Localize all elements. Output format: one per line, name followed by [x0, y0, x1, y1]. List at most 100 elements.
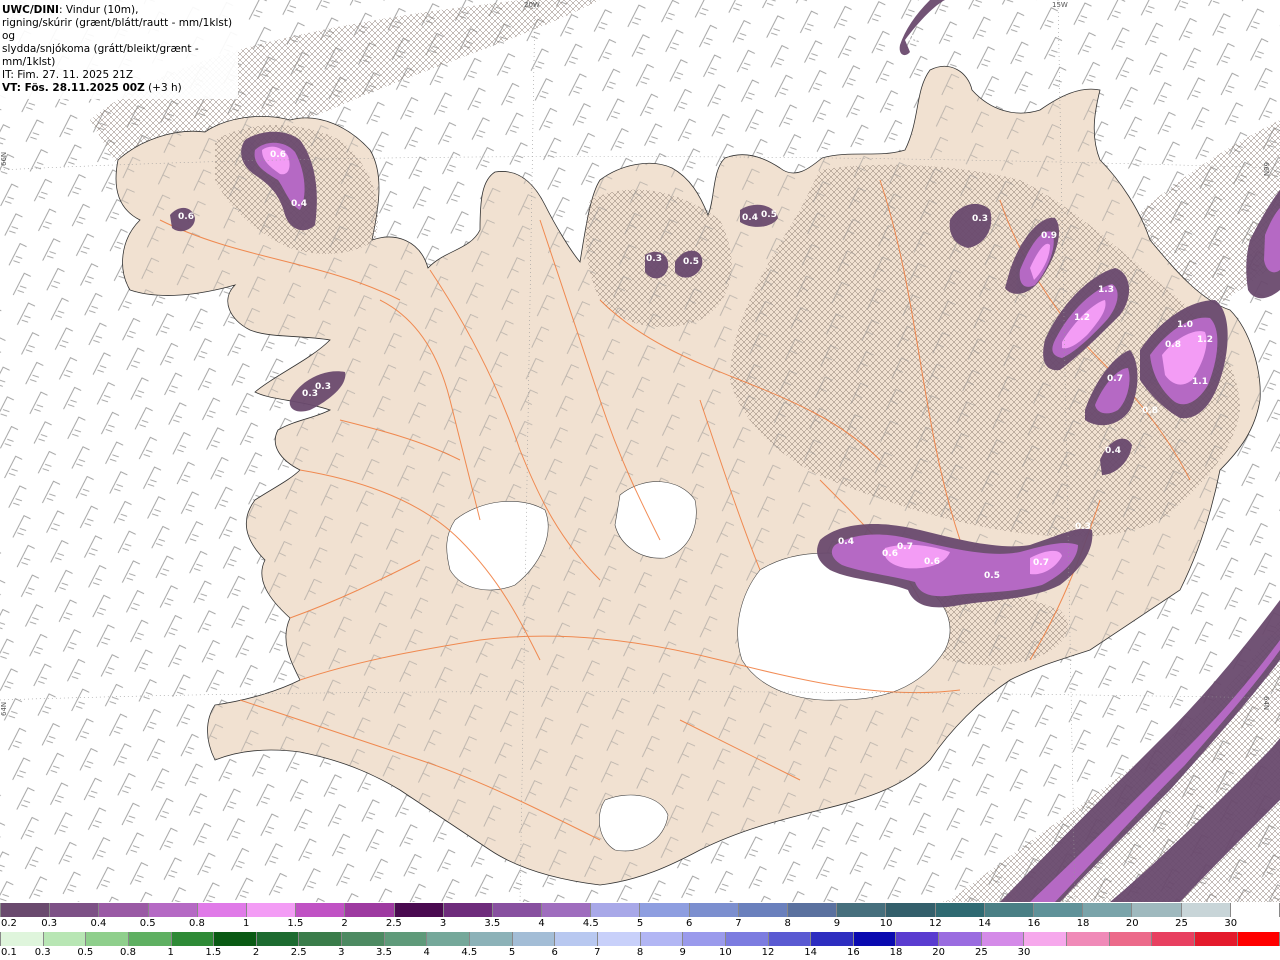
- rain-legend-swatch: [1109, 932, 1153, 946]
- rain-legend-swatch: [640, 932, 684, 946]
- rain-legend-label: 4.5: [461, 947, 478, 958]
- snow-legend-swatch: [148, 903, 198, 917]
- snow-legend-label: 4.5: [582, 918, 599, 929]
- map-label-southeast-0-3: 0.3: [1075, 522, 1091, 532]
- rain-legend-label: 2.5: [290, 947, 307, 958]
- rain-legend-label: 16: [846, 947, 860, 958]
- rain-legend-swatch: [171, 932, 215, 946]
- lat-label-66n-left: 66N: [0, 151, 8, 166]
- map-label-east-0-8-a: 0.8: [1165, 340, 1181, 350]
- map-label-north-0-3: 0.3: [646, 254, 662, 264]
- map-label-east-1-2-b: 1.2: [1197, 335, 1213, 345]
- snow-legend-label: 4: [538, 918, 545, 929]
- snow-legend-label: 2: [341, 918, 348, 929]
- model-name: UWC/DINI: [2, 4, 59, 16]
- map-label-east-0-4: 0.4: [1105, 446, 1121, 456]
- rain-legend-label: 14: [804, 947, 818, 958]
- snow-legend-label: 20: [1125, 918, 1139, 929]
- map-label-east-1-2-a: 1.2: [1074, 313, 1090, 323]
- rain-legend-swatch: [1024, 932, 1068, 946]
- rain-legend-swatch: [853, 932, 897, 946]
- snow-legend-label: 25: [1175, 918, 1188, 929]
- rain-legend-label: 2: [252, 947, 260, 958]
- weather-map[interactable]: 0.4 0.6 0.6 0.4 0.3 0.3 0.3 0.5 0.4 0.5 …: [0, 0, 1280, 902]
- snow-legend-swatch: [345, 903, 395, 917]
- rain-legend-label: 4: [423, 947, 430, 958]
- rain-legend-swatch: [86, 932, 129, 946]
- rain-legend-label: 18: [889, 947, 903, 958]
- rain-legend-swatch: [1194, 932, 1238, 946]
- rain-legend-swatch: [768, 932, 812, 946]
- map-label-westfjords-north-0-6: 0.6: [270, 150, 286, 160]
- rain-legend-swatch: [1067, 932, 1110, 946]
- snow-legend-label: 7: [735, 918, 742, 929]
- map-label-northeast-0-4: 0.4: [742, 213, 758, 223]
- rain-legend-swatch: [683, 932, 726, 946]
- snow-legend-swatch: [50, 903, 100, 917]
- snow-legend-swatch: [1181, 903, 1231, 917]
- rain-legend-label: 5: [508, 947, 516, 958]
- snow-legend-label: 18: [1076, 918, 1090, 929]
- rain-legend-swatch: [896, 932, 940, 946]
- rain-legend-swatch: [0, 932, 44, 946]
- lat-label-64n-right: 64N: [1262, 696, 1270, 711]
- desc-line-1: : Vindur (10m),: [58, 4, 139, 16]
- snow-legend-swatch: [394, 903, 444, 917]
- snow-legend-swatches: [0, 903, 1280, 917]
- snow-legend-swatch: [935, 903, 985, 917]
- snow-legend-swatch: [984, 903, 1034, 917]
- snow-legend-swatch: [886, 903, 936, 917]
- map-label-band-0-6-b: 0.6: [924, 557, 940, 567]
- rain-legend-label: 30: [1017, 947, 1031, 958]
- rain-legend-swatch: [128, 932, 172, 946]
- rain-legend-label: 9: [679, 947, 686, 958]
- desc-line-3: slydda/snjókoma (grátt/bleikt/grænt - mm…: [2, 43, 199, 68]
- snow-legend-swatch: [689, 903, 739, 917]
- map-label-east-0-7-a: 0.7: [1107, 374, 1123, 384]
- snow-legend-label: 1: [242, 918, 250, 929]
- rain-legend-swatch: [384, 932, 428, 946]
- rain-legend-swatch: [1237, 932, 1280, 946]
- snow-legend-label: 0.5: [139, 918, 156, 929]
- map-label-north-sea-0-4: 0.4: [908, 34, 924, 44]
- snow-legend-swatch: [788, 903, 838, 917]
- snow-legend-swatch: [492, 903, 543, 917]
- valid-time: VT: Fös. 28.11.2025 00Z: [2, 82, 145, 94]
- map-label-east-0-9: 0.9: [1041, 231, 1057, 241]
- info-line-1: UWC/DINI: Vindur (10m),: [2, 4, 236, 17]
- snow-legend-swatch: [1230, 903, 1280, 917]
- snow-legend-label: 9: [833, 918, 841, 929]
- rain-legend-swatch: [512, 932, 556, 946]
- map-viewer: 0.4 0.6 0.6 0.4 0.3 0.3 0.3 0.5 0.4 0.5 …: [0, 0, 1280, 960]
- map-label-band-0-4: 0.4: [838, 537, 854, 547]
- map-label-north-0-5: 0.5: [683, 257, 699, 267]
- forecast-offset: (+3 h): [144, 82, 182, 94]
- desc-line-2: rigning/skúrir (grænt/blátt/rautt - mm/1…: [2, 17, 233, 42]
- rain-legend-swatch: [597, 932, 641, 946]
- snow-legend-swatch: [542, 903, 592, 917]
- snow-legend-label: 1.5: [287, 918, 304, 929]
- snow-legend-label: 8: [784, 918, 791, 929]
- map-label-westfjords-0-4: 0.4: [291, 199, 307, 209]
- rain-legend-label: 0.1: [1, 947, 17, 958]
- snow-legend-swatch: [0, 903, 51, 917]
- rain-legend-label: 8: [636, 947, 644, 958]
- rain-legend-swatch: [811, 932, 854, 946]
- map-label-east-1-0: 1.0: [1177, 320, 1193, 330]
- rain-legend-swatch: [470, 932, 513, 946]
- map-label-east-0-8-b: 0.8: [1142, 406, 1158, 416]
- snow-legend-swatch: [837, 903, 887, 917]
- map-label-east-1-3: 1.3: [1098, 285, 1114, 295]
- rain-legend-label: 25: [974, 947, 988, 958]
- snow-legend-label: 0.2: [1, 918, 17, 929]
- snow-legend-swatch: [246, 903, 297, 917]
- rain-legend-swatch: [214, 932, 257, 946]
- rain-legend-swatch: [256, 932, 300, 946]
- snow-legend-swatch: [443, 903, 493, 917]
- snow-legend-swatch: [738, 903, 788, 917]
- valid-time-line: VT: Fös. 28.11.2025 00Z (+3 h): [2, 82, 236, 95]
- map-label-band-0-5: 0.5: [984, 571, 1000, 581]
- snow-legend-swatch: [1132, 903, 1182, 917]
- map-label-band-0-7-a: 0.7: [897, 542, 913, 552]
- snow-legend-label: 30: [1224, 918, 1238, 929]
